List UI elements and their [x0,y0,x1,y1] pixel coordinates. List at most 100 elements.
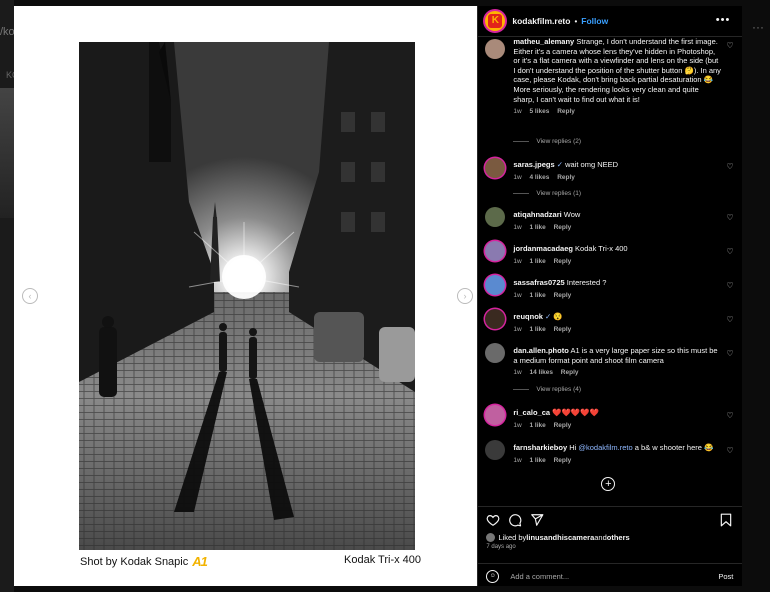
comment-meta: 1w 1 like Reply [513,223,572,231]
comment-text: Interested ? [564,278,607,287]
reply-button[interactable]: Reply [554,224,572,231]
heart-icon[interactable]: ♡ [726,247,733,256]
like-heart-icon[interactable] [486,513,500,527]
comment-body: saras.jpegs ✓ wait omg NEED 1w 4 likes R… [513,160,721,182]
avatar[interactable] [485,309,506,329]
reply-button[interactable]: Reply [554,457,572,464]
comment-username[interactable]: jordanmacadaeg [513,244,573,253]
comment-username[interactable]: sassafras0725 [513,278,564,287]
comment-username[interactable]: dan.allen.photo [513,346,568,355]
post-actions: Liked by linusandhiscamera and others 7 … [478,506,743,588]
comment-username[interactable]: saras.jpegs [513,160,554,169]
comments-panel: K kodakfilm.reto • Follow ••• matheu_ale… [477,6,743,588]
avatar[interactable] [485,343,506,363]
more-options-icon[interactable]: ••• [716,14,731,26]
comment-bubble-icon[interactable] [508,513,522,527]
comment-likes[interactable]: 1 like [529,326,545,333]
bookmark-icon[interactable] [720,513,732,527]
reply-button[interactable]: Reply [554,292,572,299]
heart-icon[interactable]: ♡ [726,315,733,324]
heart-icon[interactable]: ♡ [726,162,733,171]
comment-likes[interactable]: 1 like [529,258,545,265]
emoji-icon[interactable]: ☺ [486,569,500,583]
avatar[interactable] [485,207,506,227]
reply-button[interactable]: Reply [561,369,579,376]
avatar[interactable] [485,275,506,295]
comment-likes[interactable]: 4 likes [529,174,549,181]
street-photo-image [79,42,415,550]
avatar[interactable] [485,158,506,178]
reply-button[interactable]: Reply [554,422,572,429]
comment-text: 😯 [551,312,563,321]
comment-likes[interactable]: 1 like [529,292,545,299]
avatar[interactable] [485,39,506,59]
comment-likes[interactable]: 1 like [529,457,545,464]
view-replies-button[interactable]: View replies (4) [513,386,581,393]
comment-body: matheu_alemany Strange, I don't understa… [513,37,721,117]
liker-username[interactable]: linusandhiscamera [526,533,594,542]
caption-text: Shot by Kodak Snapic [80,555,189,568]
heart-icon[interactable]: ♡ [726,281,733,290]
more-horizontal-icon[interactable]: ··· [752,20,764,34]
comment-meta: 1w 1 like Reply [513,456,572,464]
heart-icon[interactable]: ♡ [726,41,733,50]
caption-left: Shot by Kodak Snapic A1 [80,554,208,569]
comment-likes[interactable]: 14 likes [529,369,553,376]
comment-meta: 1w 14 likes Reply [513,369,579,377]
comment-username[interactable]: atiqahnadzari [513,210,561,219]
reply-button[interactable]: Reply [557,174,575,181]
comment-time: 1w [513,108,522,116]
next-arrow-icon[interactable]: › [457,288,473,304]
post-header: K kodakfilm.reto • Follow ••• [478,6,743,37]
heart-icon[interactable]: ♡ [726,411,733,420]
prev-arrow-icon[interactable]: ‹ [22,288,38,304]
avatar[interactable] [485,440,506,460]
liker-avatar[interactable] [486,533,496,542]
comment-body: farnsharkieboy Hi @kodakfilm.reto a b& w… [513,443,721,465]
load-more-comments-icon[interactable]: + [601,477,616,491]
heart-icon[interactable]: ♡ [726,446,733,455]
comment-username[interactable]: ri_calo_ca [513,408,550,417]
background-thumbnail [0,88,14,218]
comment-text: Wow [561,210,581,219]
comment-meta: 1w 1 like Reply [513,421,572,429]
account-avatar[interactable]: K [485,11,506,31]
comment-body: jordanmacadaeg Kodak Tri-x 400 1w 1 like… [513,244,721,266]
account-name[interactable]: kodakfilm.reto [512,16,570,26]
others-link[interactable]: others [607,533,630,542]
comments-list[interactable]: matheu_alemany Strange, I don't understa… [478,37,742,507]
avatar[interactable] [485,241,506,261]
comment-text: ❤️❤️❤️❤️❤️ [550,408,599,417]
avatar[interactable] [485,405,506,425]
comment-likes[interactable]: 1 like [529,224,545,231]
comment-likes[interactable]: 5 likes [529,108,549,115]
comment-username[interactable]: matheu_alemany [513,37,574,46]
view-replies-button[interactable]: View replies (1) [513,190,581,197]
comment-meta: 1w 5 likes Reply [513,107,721,117]
share-send-icon[interactable] [530,513,544,527]
follow-button[interactable]: Follow [581,16,608,26]
comment-meta: 1w 1 like Reply [513,325,572,333]
reply-button[interactable]: Reply [557,108,575,115]
heart-icon[interactable]: ♡ [726,349,733,358]
comment-body: reuqnok ✓ 😯 1w 1 like Reply [513,312,721,334]
view-replies-button[interactable]: View replies (2) [513,138,581,145]
comment-username[interactable]: reuqnok [513,312,543,321]
comment-likes[interactable]: 1 like [529,422,545,429]
liked-by-line: Liked by linusandhiscamera and others [486,533,630,542]
separator: • [574,16,578,26]
reply-button[interactable]: Reply [554,258,572,265]
post-modal: ‹ › Shot by Kodak Snapic A1 Kodak Tri-x … [14,6,743,588]
mention-link[interactable]: @kodakfilm.reto [578,443,632,452]
heart-icon[interactable]: ♡ [726,213,733,222]
caption-right: Kodak Tri-x 400 [344,554,422,566]
post-media: ‹ › Shot by Kodak Snapic A1 Kodak Tri-x … [14,6,478,586]
post-photo [79,42,415,550]
add-comment-bar: ☺ Post [478,563,743,588]
post-button[interactable]: Post [718,572,733,581]
comment-input[interactable] [508,570,703,582]
reply-button[interactable]: Reply [554,326,572,333]
comment-username[interactable]: farnsharkieboy [513,443,567,452]
comment-text: Kodak Tri-x 400 [572,244,628,253]
post-timestamp: 7 days ago [486,544,516,550]
